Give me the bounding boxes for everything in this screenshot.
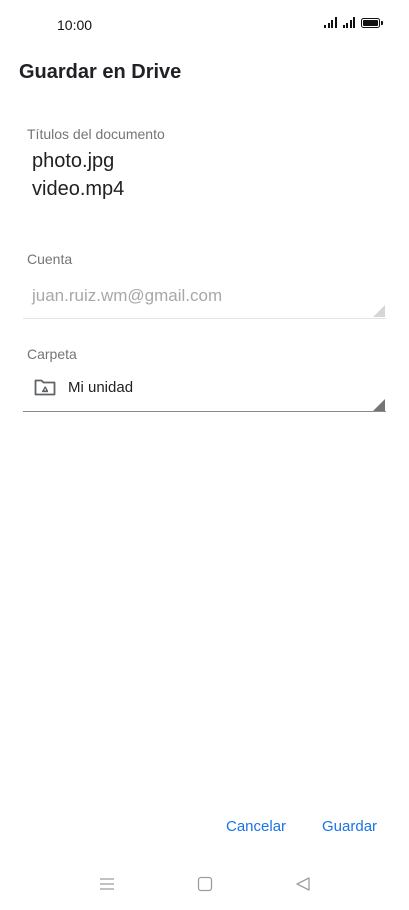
- signal-icon: [324, 17, 337, 28]
- status-bar: 10:00: [0, 0, 409, 50]
- save-button[interactable]: Guardar: [322, 818, 377, 835]
- document-title-item: photo.jpg: [32, 150, 115, 172]
- folder-label: Carpeta: [27, 346, 77, 362]
- document-title-item: video.mp4: [32, 178, 125, 200]
- folder-value: Mi unidad: [68, 378, 134, 396]
- dialog-title: Guardar en Drive: [19, 61, 182, 83]
- dropdown-arrow-icon[interactable]: [373, 399, 385, 411]
- cancel-button[interactable]: Cancelar: [226, 818, 286, 835]
- signal-icon: [342, 17, 355, 28]
- folder-underline: [23, 411, 386, 412]
- account-label: Cuenta: [27, 251, 73, 267]
- folder-dropdown[interactable]: Mi unidad: [34, 378, 133, 396]
- menu-icon[interactable]: [99, 876, 115, 892]
- home-icon[interactable]: [197, 876, 213, 892]
- document-titles[interactable]: photo.jpg video.mp4: [32, 147, 124, 203]
- account-underline: [23, 318, 386, 319]
- back-icon[interactable]: [295, 876, 311, 892]
- dropdown-arrow-icon: [373, 305, 385, 317]
- status-icons: [324, 17, 383, 28]
- document-titles-label: Títulos del documento: [27, 126, 165, 142]
- account-dropdown: juan.ruiz.wm@gmail.com: [32, 286, 223, 305]
- battery-icon: [361, 18, 383, 28]
- save-to-drive-screen: 10:00 Guardar en Drive Títulos del docum…: [0, 0, 409, 910]
- drive-folder-icon: [34, 379, 56, 396]
- status-time: 10:00: [57, 17, 93, 33]
